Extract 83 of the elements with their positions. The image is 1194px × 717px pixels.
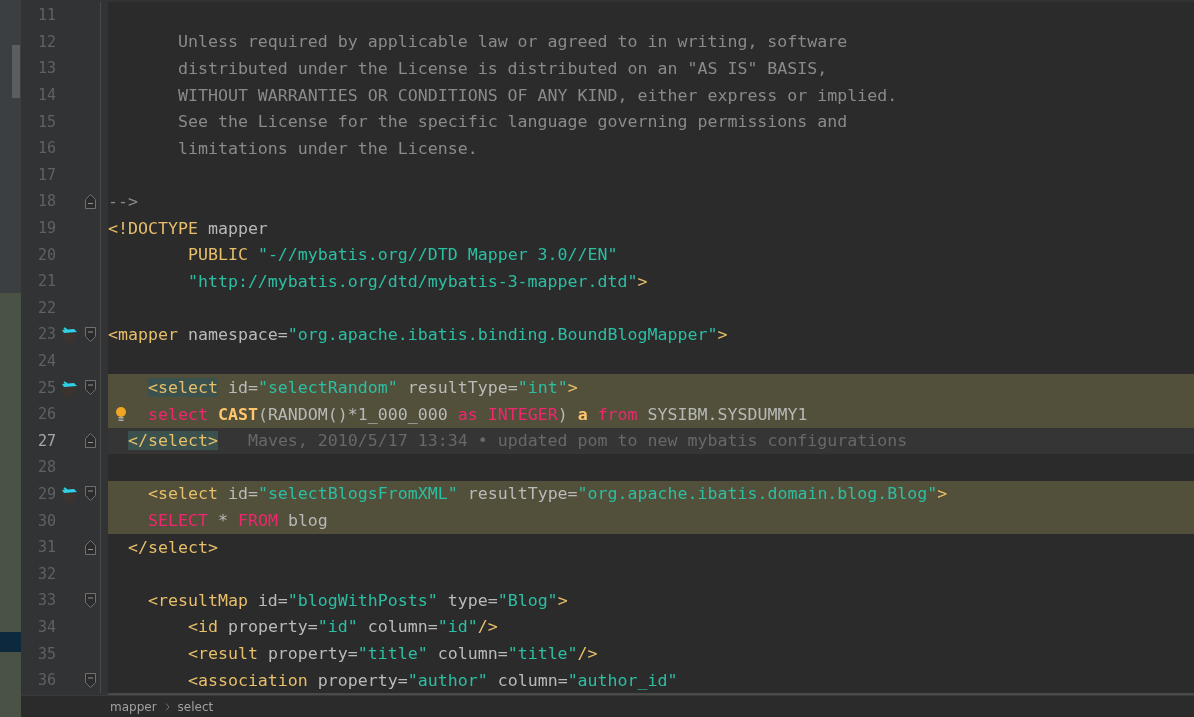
fold-icon[interactable] [85,672,96,688]
code-token: "title" [357,644,428,664]
code-token: > [937,484,948,504]
code-token: namespace= [187,324,288,344]
fold-icon[interactable] [85,193,96,209]
code-token: "Blog" [497,590,558,610]
comment-text: Unless required by applicable law or agreed to in writing, software [177,32,848,52]
fold-icon[interactable] [85,326,96,342]
code-token: <resultMap [147,590,248,610]
code-token: "author_id" [567,670,678,690]
code-token: <select [147,484,218,504]
code-token: property= [227,617,318,637]
code-token: column= [437,644,508,664]
lightbulb-icon[interactable] [115,405,127,422]
code-token: id= [227,378,258,398]
code-token: "http://mybatis.org/dtd/mybatis-3-mapper.dtd" [187,271,638,291]
comment-text: distributed under the License is distributed on an "AS IS" BASIS, [177,59,828,78]
code-token: <result [187,644,258,664]
bird-icon[interactable] [59,325,79,344]
fold-icon[interactable] [85,486,96,502]
code-token: ) [557,404,568,424]
code-token: <!DOCTYPE [108,218,198,238]
code-token: resultType= [467,484,578,504]
fold-icon[interactable] [85,592,96,608]
code-token: "org.apache.ibatis.domain.blog.Blog" [577,484,938,504]
code-token: property= [317,670,408,690]
selected-row [0,632,21,652]
code-token: as INTEGER [457,404,558,424]
code-token: blog [287,511,328,531]
code-token: property= [267,644,358,664]
code-token: id= [257,590,288,610]
code-token: "org.apache.ibatis.binding.BoundBlogMapper" [287,324,718,344]
fold-icon[interactable] [85,380,96,396]
code-token: mapper [207,218,268,238]
code-token: > [637,271,648,291]
code-token: > [567,378,578,398]
code-token: CAST [217,404,258,424]
code-token: resultType= [407,378,518,398]
line-number: 27 [36,431,56,450]
code-token: * [217,511,228,531]
code-token: SYSIBM.SYSDUMMY1 [647,404,808,424]
fold-icon[interactable] [85,539,96,555]
code-token: column= [367,617,438,637]
code-token: from [597,404,638,424]
matched-tag: <select [147,378,218,398]
code-token: <association [187,670,308,690]
chevron-icon [164,702,170,711]
code-token: > [557,590,568,610]
code-token: (RANDOM()*1_000_000 [257,404,448,424]
matched-tag: </select> [128,431,218,451]
breadcrumb-item[interactable]: mapper [110,699,157,714]
code-token: "title" [507,644,578,664]
code-token: /> [577,644,598,664]
comment-text: WITHOUT WARRANTIES OR CONDITIONS OF ANY KIND, either express or implied. [177,85,898,105]
fold-icon[interactable] [85,433,96,449]
code-token: id= [227,484,258,504]
bird-icon[interactable] [59,485,79,503]
code-token: "selectRandom" [257,378,398,398]
code-token: column= [497,670,568,690]
comment-text: limitations under the License. [177,138,478,158]
code-token: type= [447,590,498,610]
code-token: "author" [407,670,488,690]
scrollbar-thumb[interactable] [12,45,20,98]
comment-text: See the License for the specific language governing permissions and [177,112,848,132]
breadcrumb-item[interactable]: select [177,699,214,714]
comment-text: --> [108,191,138,211]
code-token: PUBLIC [187,245,248,265]
code-token: FROM [237,511,278,531]
code-token: /> [477,617,498,637]
code-token: "id" [317,617,358,637]
code-token: <mapper [108,324,178,344]
code-token: SELECT [147,511,208,531]
code-token: <id [187,617,218,637]
code-token: "id" [437,617,478,637]
code-token: "selectBlogsFromXML" [257,484,458,504]
bird-icon[interactable] [59,378,79,397]
code-token: "blogWithPosts" [287,590,438,610]
code-token: </select> [128,537,218,557]
code-token: select [147,404,208,424]
code-token: "int" [517,378,568,398]
code-token: a [577,404,588,424]
code-token: "-//mybatis.org//DTD Mapper 3.0//EN" [257,245,618,265]
code-token: > [717,324,728,344]
